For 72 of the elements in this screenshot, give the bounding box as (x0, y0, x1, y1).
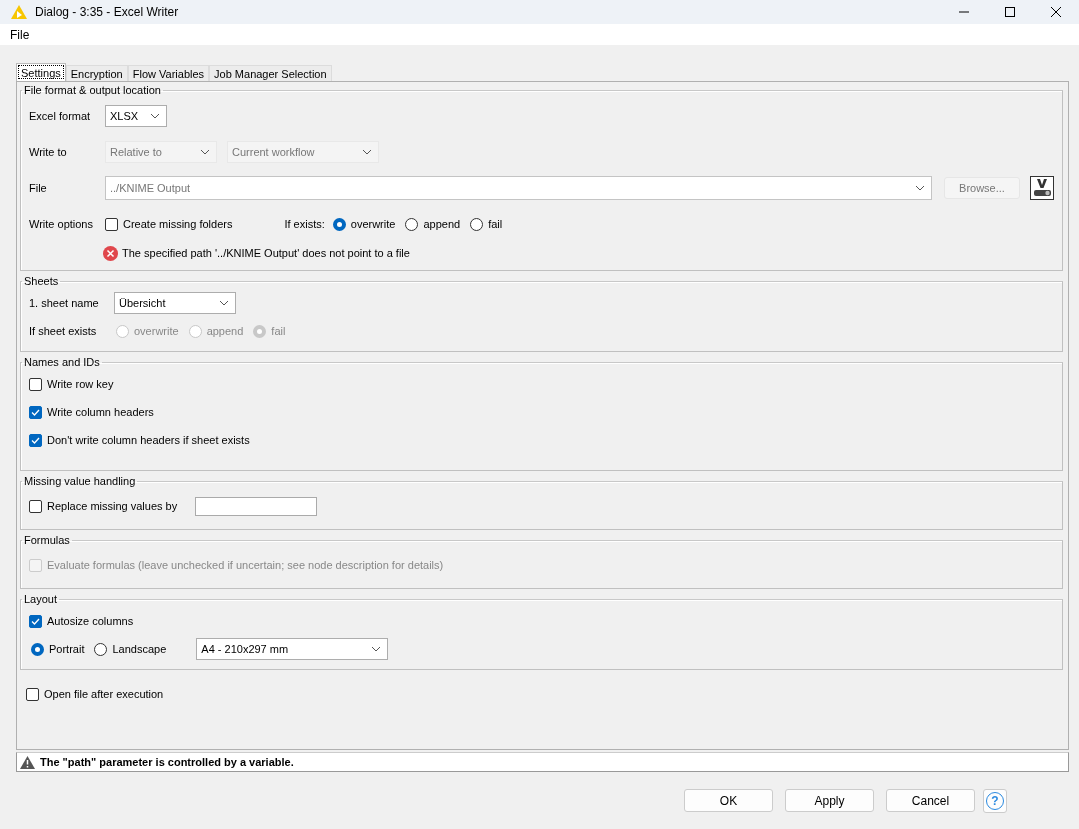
radio-label: append (423, 218, 461, 230)
checkbox-label: Evaluate formulas (leave unchecked if uncertain; see node description for details) (47, 559, 444, 571)
radio-label: append (206, 325, 244, 337)
dropdown[interactable]: Übersicht (114, 292, 236, 314)
section-title: File format & output location (23, 84, 162, 96)
radio-label: fail (488, 218, 503, 230)
checkbox-label: Replace missing values by (47, 500, 178, 512)
field-label: Write to (29, 146, 68, 158)
radio-label: fail (271, 325, 286, 337)
dropdown[interactable]: A4 - 210x297 mm (196, 638, 389, 660)
dialog-button[interactable]: Cancel (886, 789, 975, 812)
menu-item[interactable]: File (10, 27, 30, 42)
field-label: If exists: (284, 218, 325, 230)
tab[interactable]: Job Manager Selection (209, 65, 332, 81)
window-title: Dialog - 3:35 - Excel Writer (35, 5, 180, 19)
section-title: Missing value handling (23, 475, 137, 487)
radio-button[interactable] (332, 217, 346, 231)
checkbox-label: Write column headers (47, 406, 154, 418)
chevron-down-icon (219, 300, 229, 306)
section-title: Names and IDs (23, 356, 101, 368)
field-label: Excel format (29, 110, 92, 122)
checkbox-label: Don't write column headers if sheet exists (47, 434, 250, 446)
chevron-down-icon (915, 185, 925, 191)
help-button[interactable]: ? (983, 788, 1007, 813)
chevron-down-icon (362, 149, 372, 155)
maximize-icon (1005, 7, 1015, 17)
radio-label: Landscape (112, 643, 167, 655)
checkbox[interactable] (105, 217, 118, 231)
section-title: Layout (23, 593, 59, 605)
radio-label: overwrite (134, 325, 179, 337)
error-icon (103, 245, 118, 261)
checkbox[interactable] (29, 377, 42, 391)
radio-button[interactable] (405, 217, 419, 231)
checkbox[interactable] (29, 499, 42, 513)
flow-variable-button[interactable] (1030, 176, 1054, 200)
checkbox-label: Open file after execution (44, 688, 164, 700)
error-message: The specified path '../KNIME Output' does not point to a file (122, 247, 410, 259)
checkbox[interactable] (29, 405, 42, 419)
chevron-down-icon (371, 646, 382, 652)
checkmark-icon (31, 436, 40, 444)
radio-button[interactable] (94, 642, 108, 656)
section-title: Formulas (23, 534, 71, 546)
tab[interactable]: Settings (16, 63, 66, 81)
checkbox-label: Autosize columns (47, 615, 134, 627)
checkbox[interactable] (29, 433, 42, 447)
field-label: Write options (29, 218, 94, 230)
text-field[interactable] (195, 496, 318, 516)
field-label: If sheet exists (29, 325, 98, 337)
checkbox-label: Create missing folders (123, 218, 233, 230)
warning-icon (20, 755, 35, 769)
radio-button[interactable] (470, 217, 484, 231)
chevron-down-icon (150, 113, 161, 119)
checkmark-icon (31, 408, 40, 416)
radio-button[interactable] (31, 642, 44, 656)
checkbox-label: Write row key (47, 378, 114, 390)
section-title: Sheets (23, 275, 60, 287)
field-label: 1. sheet name (29, 297, 100, 309)
field-label: File (29, 182, 48, 194)
checkbox[interactable] (29, 614, 42, 628)
checkmark-icon (31, 617, 40, 625)
tab[interactable]: Flow Variables (127, 65, 210, 81)
triangle-logo-icon (11, 5, 27, 19)
warning-message: The "path" parameter is controlled by a variable. (40, 756, 294, 768)
dropdown[interactable]: XLSX (105, 105, 168, 127)
tab[interactable]: Encryption (65, 65, 128, 81)
checkbox[interactable] (26, 687, 39, 701)
close-icon (1051, 7, 1061, 17)
chevron-down-icon (200, 149, 210, 155)
radio-label: overwrite (350, 218, 396, 230)
radio-label: Portrait (49, 643, 85, 655)
dialog-button[interactable]: Apply (785, 789, 874, 812)
dialog-button[interactable]: OK (684, 789, 773, 812)
